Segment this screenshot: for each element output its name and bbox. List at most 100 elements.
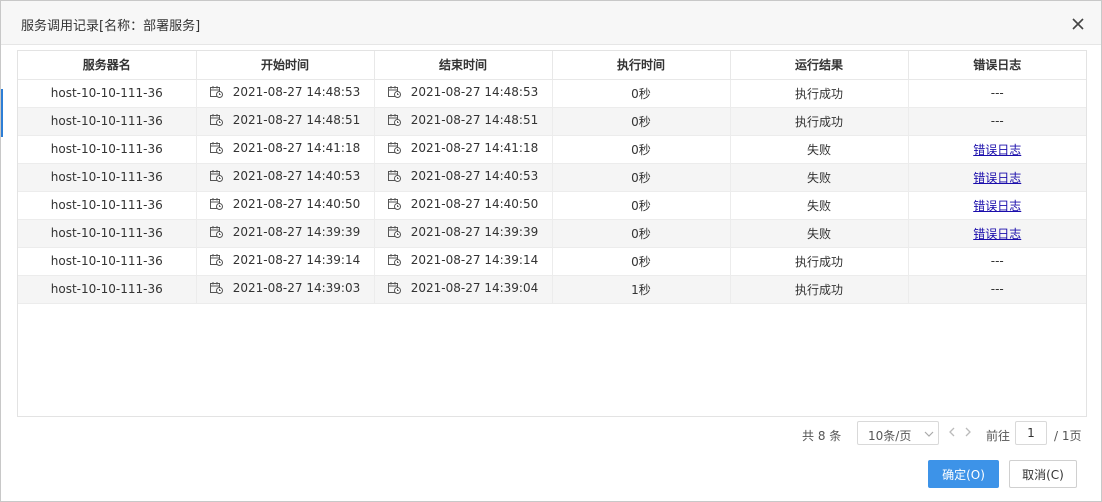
error-log-link[interactable]: 错误日志 <box>973 143 1021 157</box>
start-time-cell: 2021-08-27 14:41:18 <box>196 135 375 164</box>
header-server-name[interactable]: 服务器名 <box>18 51 197 80</box>
table-header-row: 服务器名 开始时间 结束时间 执行时间 运行结果 错误日志 <box>18 51 1086 80</box>
header-end-time[interactable]: 结束时间 <box>374 51 553 80</box>
table-row[interactable]: host-10-10-111-36 2021-08-27 14:39:39 2021… <box>18 219 1086 248</box>
error-log-cell: 错误日志 <box>908 191 1086 220</box>
end-time-cell: 2021-08-27 14:39:04 <box>374 275 553 304</box>
start-time-cell: 2021-08-27 14:39:14 <box>196 247 375 276</box>
duration-cell: 0秒 <box>552 191 731 220</box>
calendar-clock-icon <box>209 170 223 182</box>
table-row[interactable]: host-10-10-111-36 2021-08-27 14:48:53 2021… <box>18 79 1086 108</box>
close-icon <box>1072 18 1084 30</box>
start-time-value: 2021-08-27 14:39:14 <box>232 253 361 267</box>
calendar-clock-icon <box>387 282 401 294</box>
server-name-cell: host-10-10-111-36 <box>18 247 197 276</box>
table-row[interactable]: host-10-10-111-36 2021-08-27 14:39:14 2021… <box>18 247 1086 276</box>
chevron-left-icon <box>949 427 955 437</box>
duration-cell: 0秒 <box>552 247 731 276</box>
header-duration[interactable]: 执行时间 <box>552 51 731 80</box>
table-row[interactable]: host-10-10-111-36 2021-08-27 14:48:51 2021… <box>18 107 1086 136</box>
chevron-right-icon <box>965 427 971 437</box>
server-name-cell: host-10-10-111-36 <box>18 191 197 220</box>
total-count: 共 8 条 <box>802 429 842 443</box>
cancel-button[interactable]: 取消(C) <box>1009 460 1077 488</box>
table-row[interactable]: host-10-10-111-36 2021-08-27 14:40:50 2021… <box>18 191 1086 220</box>
header-start-time[interactable]: 开始时间 <box>196 51 375 80</box>
error-log-cell: --- <box>908 107 1086 136</box>
end-time-value: 2021-08-27 14:41:18 <box>410 141 539 155</box>
goto-label: 前往 <box>986 429 1011 443</box>
server-name-cell: host-10-10-111-36 <box>18 107 197 136</box>
background-window-edge <box>1 89 3 137</box>
page-size-value: 10条/页 <box>868 429 912 443</box>
end-time-value: 2021-08-27 14:40:53 <box>410 169 539 183</box>
table-row[interactable]: host-10-10-111-36 2021-08-27 14:39:03 2021… <box>18 275 1086 304</box>
error-log-cell: --- <box>908 247 1086 276</box>
end-time-value: 2021-08-27 14:39:14 <box>410 253 539 267</box>
start-time-value: 2021-08-27 14:41:18 <box>232 141 361 155</box>
start-time-cell: 2021-08-27 14:39:39 <box>196 219 375 248</box>
duration-cell: 0秒 <box>552 135 731 164</box>
duration-cell: 0秒 <box>552 163 731 192</box>
calendar-clock-icon <box>387 226 401 238</box>
start-time-value: 2021-08-27 14:39:03 <box>232 281 361 295</box>
end-time-value: 2021-08-27 14:48:51 <box>410 113 539 127</box>
start-time-value: 2021-08-27 14:48:53 <box>232 85 361 99</box>
dialog-title: 服务调用记录[名称：部署服务] <box>21 19 201 34</box>
next-page-button[interactable] <box>963 426 973 441</box>
end-time-value: 2021-08-27 14:39:39 <box>410 225 539 239</box>
error-log-link[interactable]: 错误日志 <box>973 199 1021 213</box>
calendar-clock-icon <box>387 198 401 210</box>
result-cell: 失败 <box>730 163 909 192</box>
result-cell: 执行成功 <box>730 275 909 304</box>
server-name-cell: host-10-10-111-36 <box>18 135 197 164</box>
duration-cell: 0秒 <box>552 79 731 108</box>
goto-page-input[interactable] <box>1015 421 1047 445</box>
end-time-cell: 2021-08-27 14:40:50 <box>374 191 553 220</box>
page-size-select[interactable]: 10条/页 <box>857 421 939 445</box>
result-cell: 执行成功 <box>730 79 909 108</box>
dialog-title-bar: 服务调用记录[名称：部署服务] <box>1 1 1101 45</box>
start-time-value: 2021-08-27 14:40:53 <box>232 169 361 183</box>
total-pages: / 1页 <box>1054 429 1082 443</box>
calendar-clock-icon <box>387 86 401 98</box>
error-log-cell: 错误日志 <box>908 135 1086 164</box>
end-time-cell: 2021-08-27 14:41:18 <box>374 135 553 164</box>
table-row[interactable]: host-10-10-111-36 2021-08-27 14:41:18 2021… <box>18 135 1086 164</box>
calendar-clock-icon <box>209 282 223 294</box>
end-time-cell: 2021-08-27 14:39:39 <box>374 219 553 248</box>
error-log-cell: 错误日志 <box>908 163 1086 192</box>
start-time-value: 2021-08-27 14:39:39 <box>232 225 361 239</box>
result-cell: 执行成功 <box>730 247 909 276</box>
error-log-link[interactable]: 错误日志 <box>973 171 1021 185</box>
result-cell: 失败 <box>730 135 909 164</box>
result-cell: 失败 <box>730 219 909 248</box>
duration-cell: 0秒 <box>552 219 731 248</box>
start-time-cell: 2021-08-27 14:39:03 <box>196 275 375 304</box>
records-table-container: 服务器名 开始时间 结束时间 执行时间 运行结果 错误日志 host-10-10… <box>17 50 1087 417</box>
server-name-cell: host-10-10-111-36 <box>18 163 197 192</box>
pagination: 共 8 条 10条/页 前往 / 1页 <box>1 421 1102 447</box>
error-log-cell: 错误日志 <box>908 219 1086 248</box>
end-time-value: 2021-08-27 14:39:04 <box>410 281 539 295</box>
start-time-value: 2021-08-27 14:48:51 <box>232 113 361 127</box>
error-log-link[interactable]: 错误日志 <box>973 227 1021 241</box>
error-log-empty: --- <box>990 282 1004 296</box>
header-result[interactable]: 运行结果 <box>730 51 909 80</box>
calendar-clock-icon <box>209 142 223 154</box>
error-log-cell: --- <box>908 79 1086 108</box>
close-button[interactable] <box>1067 13 1089 35</box>
calendar-clock-icon <box>209 254 223 266</box>
end-time-cell: 2021-08-27 14:48:51 <box>374 107 553 136</box>
header-error-log[interactable]: 错误日志 <box>908 51 1086 80</box>
error-log-cell: --- <box>908 275 1086 304</box>
table-row[interactable]: host-10-10-111-36 2021-08-27 14:40:53 2021… <box>18 163 1086 192</box>
records-table: 服务器名 开始时间 结束时间 执行时间 运行结果 错误日志 host-10-10… <box>18 51 1086 304</box>
end-time-cell: 2021-08-27 14:40:53 <box>374 163 553 192</box>
start-time-cell: 2021-08-27 14:40:50 <box>196 191 375 220</box>
ok-button[interactable]: 确定(O) <box>928 460 999 488</box>
result-cell: 执行成功 <box>730 107 909 136</box>
server-name-cell: host-10-10-111-36 <box>18 275 197 304</box>
end-time-value: 2021-08-27 14:40:50 <box>410 197 539 211</box>
prev-page-button[interactable] <box>947 426 957 441</box>
